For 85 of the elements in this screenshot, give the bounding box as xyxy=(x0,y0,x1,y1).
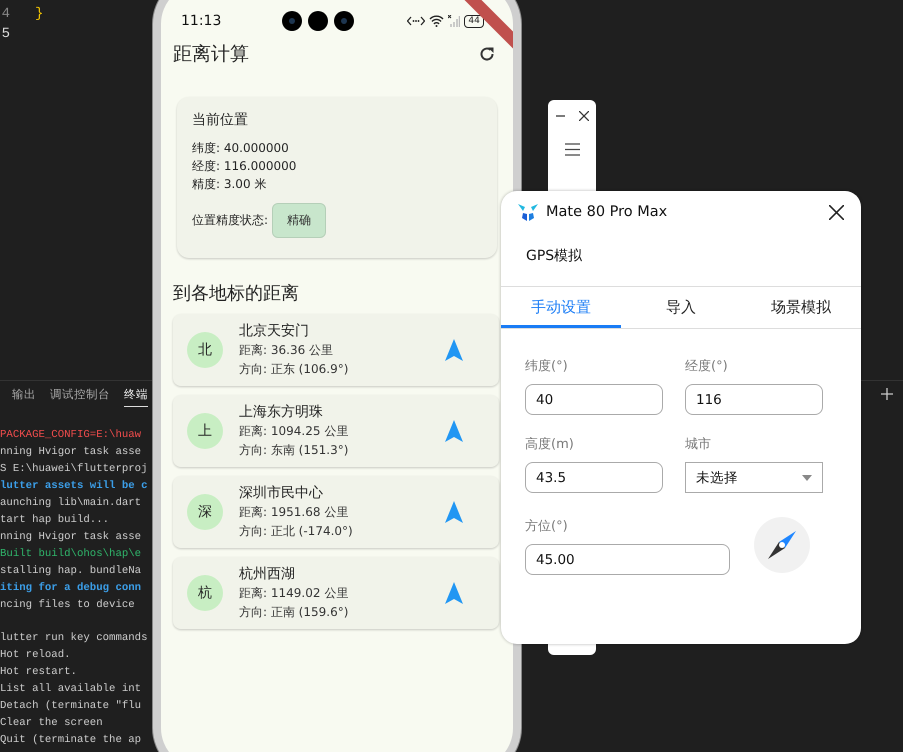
landmark-direction: 方向: 正东 (106.9°) xyxy=(239,361,350,378)
window-title: Mate 80 Pro Max xyxy=(546,204,668,220)
landmark-distance: 距离: 1149.02 公里 xyxy=(239,585,350,602)
section-title: 到各地标的距离 xyxy=(173,282,300,305)
terminal-line: List all available int xyxy=(0,682,142,698)
location-text: 精度: 3.00 米 xyxy=(192,176,268,193)
plus-icon[interactable] xyxy=(881,388,893,400)
caret-icon xyxy=(802,474,812,480)
wifi-icon xyxy=(429,15,444,27)
terminal-line: aunching lib\main.dart xyxy=(0,496,142,511)
terminal-line: tart hap build... xyxy=(0,512,110,528)
field-label: 经度(°) xyxy=(685,358,729,375)
card-title: 当前位置 xyxy=(192,111,249,129)
navigation-arrow-icon xyxy=(445,582,463,604)
input-field[interactable]: 116 xyxy=(685,384,823,415)
landmark-card[interactable]: 上 上海东方明珠 距离: 1094.25 公里 方向: 东南 (151.3°) xyxy=(173,395,499,467)
terminal-line: ncing files to device xyxy=(0,598,135,613)
panel-tab[interactable]: 调试控制台 xyxy=(50,387,110,406)
terminal-line: Quit (terminate the ap xyxy=(0,733,142,748)
close-icon[interactable] xyxy=(829,204,844,220)
landmark-distance: 距离: 36.36 公里 xyxy=(239,342,334,359)
landmark-name: 上海东方明珠 xyxy=(239,403,324,422)
panel-heading: GPS模拟 xyxy=(525,247,584,266)
status-chip: 精确 xyxy=(272,203,326,238)
terminal-line: Detach (terminate "flu xyxy=(0,699,142,714)
code-text: } xyxy=(35,6,44,22)
landmark-name: 深圳市民中心 xyxy=(239,484,324,503)
terminal-line: Clear the screen xyxy=(0,716,103,732)
terminal-line: stalling hap. bundleNa xyxy=(0,564,142,579)
terminal-line: Built build\ohos\hap\e xyxy=(0,546,142,562)
status-time: 11:13 xyxy=(181,13,222,29)
line-number: 5 xyxy=(0,26,10,42)
panel-tab[interactable]: 终端 xyxy=(124,387,148,407)
landmark-name: 北京天安门 xyxy=(239,322,310,341)
tab[interactable]: 导入 xyxy=(621,287,741,328)
terminal-line: Hot restart. xyxy=(0,665,77,680)
refresh-icon[interactable] xyxy=(479,46,495,62)
landmark-direction: 方向: 东南 (151.3°) xyxy=(239,442,350,459)
landmark-avatar: 北 xyxy=(187,332,223,368)
input-field[interactable]: 40 xyxy=(525,384,663,415)
landmark-avatar: 深 xyxy=(187,494,223,530)
city-dropdown[interactable]: 未选择 xyxy=(685,462,823,493)
app-title: 距离计算 xyxy=(173,42,249,67)
code-icon xyxy=(407,16,426,26)
compass-button[interactable] xyxy=(754,517,810,573)
line-number: 4 xyxy=(0,6,10,22)
landmark-card[interactable]: 深 深圳市民中心 距离: 1951.68 公里 方向: 正北 (-174.0°) xyxy=(173,476,499,548)
terminal-line: lutter run key commands xyxy=(0,631,148,646)
panel-tab[interactable]: 输出 xyxy=(12,387,36,406)
landmark-direction: 方向: 正南 (159.6°) xyxy=(239,604,350,621)
terminal-line: nning Hvigor task asse xyxy=(0,444,142,460)
landmark-card[interactable]: 北 北京天安门 距离: 36.36 公里 方向: 正东 (106.9°) xyxy=(173,314,499,386)
field-label: 城市 xyxy=(685,436,712,453)
status-label: 位置精度状态: xyxy=(192,212,268,229)
minimize-icon[interactable] xyxy=(556,115,564,117)
close-icon[interactable] xyxy=(578,111,588,121)
terminal-line: iting for a debug conn xyxy=(0,580,142,596)
terminal-line: lutter assets will be c xyxy=(0,478,148,494)
terminal-line: nning Hvigor task asse xyxy=(0,530,142,545)
camera-icon xyxy=(281,10,356,32)
input-field[interactable]: 43.5 xyxy=(525,462,663,493)
signal-icon xyxy=(448,15,460,27)
navigation-arrow-icon xyxy=(445,501,463,523)
landmark-name: 杭州西湖 xyxy=(239,565,296,584)
menu-icon[interactable] xyxy=(564,143,580,156)
terminal-line: Hot reload. xyxy=(0,648,71,664)
terminal-line: PACKAGE_CONFIG=E:\huaw xyxy=(0,428,142,443)
location-text: 纬度: 40.000000 xyxy=(192,140,290,157)
landmark-card[interactable]: 杭 杭州西湖 距离: 1149.02 公里 方向: 正南 (159.6°) xyxy=(173,557,499,629)
input-field[interactable]: 45.00 xyxy=(525,544,730,575)
navigation-arrow-icon xyxy=(445,420,463,442)
field-label: 纬度(°) xyxy=(525,358,569,375)
landmark-avatar: 杭 xyxy=(187,575,223,611)
landmark-direction: 方向: 正北 (-174.0°) xyxy=(239,523,354,540)
terminal-line: S E:\huawei\flutterproj xyxy=(0,462,148,477)
field-label: 方位(°) xyxy=(525,518,569,535)
landmark-distance: 距离: 1951.68 公里 xyxy=(239,504,350,521)
navigation-arrow-icon xyxy=(445,339,463,361)
tab[interactable]: 场景模拟 xyxy=(741,287,861,328)
location-text: 经度: 116.000000 xyxy=(192,158,298,175)
landmark-distance: 距离: 1094.25 公里 xyxy=(239,423,350,440)
field-label: 高度(m) xyxy=(525,436,575,453)
logo-icon xyxy=(518,203,538,221)
tab[interactable]: 手动设置 xyxy=(501,287,621,328)
landmark-avatar: 上 xyxy=(187,413,223,449)
